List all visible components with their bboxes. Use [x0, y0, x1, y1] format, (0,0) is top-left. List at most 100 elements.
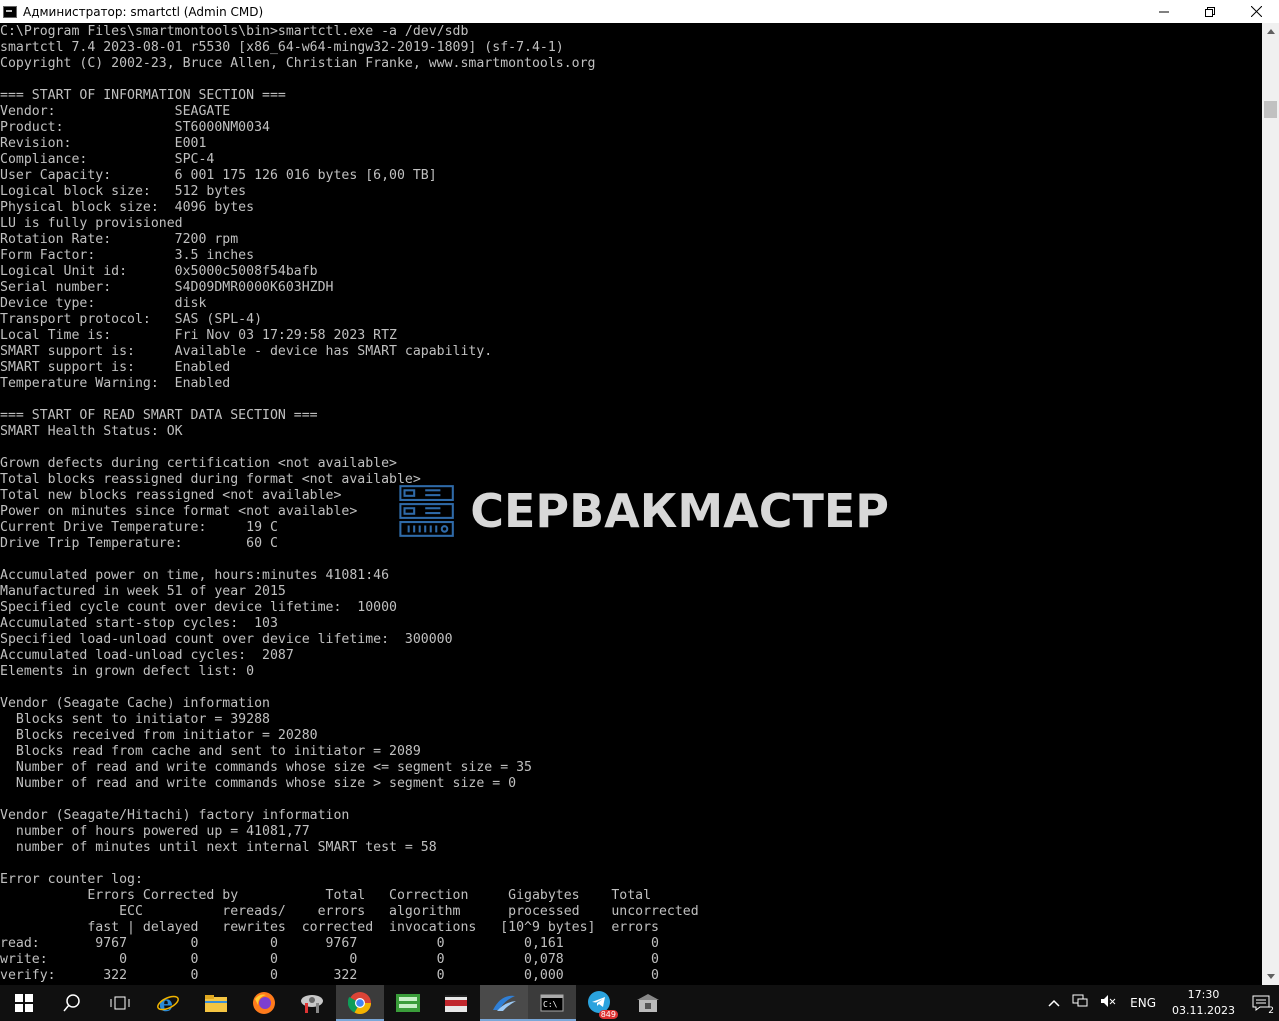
- console-line: Physical block size: 4096 bytes: [0, 200, 255, 215]
- firefox-icon: [253, 992, 275, 1014]
- search-icon: [63, 994, 80, 1012]
- console-line: Elements in grown defect list: 0: [0, 664, 255, 679]
- console-line: Logical Unit id: 0x5000c5008f54bafb: [0, 264, 318, 279]
- console-line: Vendor: SEAGATE: [0, 104, 231, 119]
- taskbar-app-tools[interactable]: [288, 985, 336, 1021]
- taskbar-cmd[interactable]: C:\: [528, 985, 576, 1021]
- watermark-text: СЕРВАКМАСТЕР: [470, 484, 889, 538]
- console-line: Number of read and write commands whose …: [0, 776, 517, 791]
- console-line: Revision: E001: [0, 136, 207, 151]
- windows-icon: [15, 994, 33, 1012]
- console-line: === START OF INFORMATION SECTION ===: [0, 88, 286, 103]
- console-line: Device type: disk: [0, 296, 207, 311]
- telegram-badge: 849: [598, 1010, 618, 1019]
- console-line: SMART support is: Enabled: [0, 360, 231, 375]
- console-line: verify: 322 0 0 322 0 0,000 0: [0, 968, 659, 983]
- clock-time: 17:30: [1187, 988, 1220, 1001]
- title-bar[interactable]: Администратор: smartctl (Admin CMD): [0, 0, 1279, 23]
- taskbar-internet-explorer[interactable]: e: [144, 985, 192, 1021]
- console-line: === START OF READ SMART DATA SECTION ===: [0, 408, 318, 423]
- notification-count: 2: [1268, 1006, 1274, 1016]
- console-line: Form Factor: 3.5 inches: [0, 248, 255, 263]
- system-tray: ENG 17:30 03.11.2023 2: [1042, 985, 1279, 1021]
- console-line: smartctl 7.4 2023-08-01 r5530 [x86_64-w6…: [0, 40, 564, 55]
- svg-text:e: e: [159, 991, 173, 1015]
- tray-volume[interactable]: [1100, 994, 1116, 1012]
- console-line: Vendor (Seagate/Hitachi) factory informa…: [0, 808, 350, 823]
- close-button[interactable]: [1233, 0, 1279, 23]
- console-line: Manufactured in week 51 of year 2015: [0, 584, 286, 599]
- console-line: number of minutes until next internal SM…: [0, 840, 437, 855]
- restore-icon: [1205, 6, 1215, 17]
- console-line: SMART support is: Available - device has…: [0, 344, 493, 359]
- close-icon: [1250, 6, 1262, 17]
- server-logo-icon: [399, 485, 454, 537]
- console-line: Logical block size: 512 bytes: [0, 184, 247, 199]
- console-line: Serial number: S4D09DMR0000K603HZDH: [0, 280, 334, 295]
- console-line: Grown defects during certification <not …: [0, 456, 397, 471]
- taskbar-file-explorer[interactable]: [192, 985, 240, 1021]
- console-line: Accumulated power on time, hours:minutes…: [0, 568, 390, 583]
- minimize-button[interactable]: [1141, 0, 1187, 23]
- console-line: write: 0 0 0 0 0 0,078 0: [0, 952, 659, 967]
- chrome-icon: [348, 992, 371, 1014]
- console-line: read: 9767 0 0 9767 0 0,161 0: [0, 936, 659, 951]
- console-line: SMART Health Status: OK: [0, 424, 183, 439]
- app-swoosh-icon: [493, 995, 516, 1011]
- folder-icon: [205, 995, 227, 1012]
- console-line: Product: ST6000NM0034: [0, 120, 270, 135]
- internet-explorer-icon: e: [157, 991, 179, 1015]
- vertical-scrollbar[interactable]: [1262, 23, 1279, 985]
- console-line: Accumulated load-unload cycles: 2087: [0, 648, 294, 663]
- scrollbar-thumb[interactable]: [1264, 101, 1277, 118]
- notification-center-button[interactable]: 2: [1243, 985, 1279, 1021]
- taskbar-installer[interactable]: [624, 985, 672, 1021]
- clock-date: 03.11.2023: [1172, 1004, 1235, 1017]
- console-line: Blocks received from initiator = 20280: [0, 728, 318, 743]
- scroll-up-button[interactable]: [1262, 23, 1279, 40]
- console-line: Current Drive Temperature: 19 C: [0, 520, 278, 535]
- maximize-button[interactable]: [1187, 0, 1233, 23]
- console-line: Number of read and write commands whose …: [0, 760, 532, 775]
- tray-expand-button[interactable]: [1048, 996, 1060, 1011]
- arrow-up-icon: [1266, 29, 1275, 34]
- task-view-icon: [110, 996, 130, 1010]
- svg-text:C:\: C:\: [543, 1000, 558, 1009]
- console-line: ECC rereads/ errors algorithm processed …: [0, 904, 699, 919]
- console-line: Blocks sent to initiator = 39288: [0, 712, 270, 727]
- console-line: number of hours powered up = 41081,77: [0, 824, 310, 839]
- tray-network[interactable]: [1072, 994, 1088, 1012]
- clock[interactable]: 17:30 03.11.2023: [1172, 987, 1235, 1019]
- taskbar-app-blue[interactable]: [480, 985, 528, 1021]
- arrow-down-icon: [1266, 974, 1275, 979]
- language-indicator[interactable]: ENG: [1130, 996, 1156, 1010]
- minimize-icon: [1159, 11, 1169, 12]
- taskbar-network-tool[interactable]: [384, 985, 432, 1021]
- start-button[interactable]: [0, 985, 48, 1021]
- console-line: fast | delayed rewrites corrected invoca…: [0, 920, 659, 935]
- console-line: Transport protocol: SAS (SPL-4): [0, 312, 263, 327]
- console-line: Accumulated start-stop cycles: 103: [0, 616, 278, 631]
- tools-icon: [301, 995, 323, 1013]
- console-line: User Capacity: 6 001 175 126 016 bytes […: [0, 168, 437, 183]
- watermark: СЕРВАКМАСТЕР: [399, 470, 889, 552]
- scroll-down-button[interactable]: [1262, 968, 1279, 985]
- cmd-icon: [3, 5, 17, 18]
- console-line: Errors Corrected by Total Correction Gig…: [0, 888, 652, 903]
- volume-muted-icon: [1101, 995, 1116, 1007]
- console-line: Total new blocks reassigned <not availab…: [0, 488, 342, 503]
- console-line: Specified cycle count over device lifeti…: [0, 600, 397, 615]
- network-icon: [1072, 994, 1088, 1007]
- console-line: Rotation Rate: 7200 rpm: [0, 232, 239, 247]
- console-line: Total blocks reassigned during format <n…: [0, 472, 421, 487]
- console-line: Error counter log:: [0, 872, 143, 887]
- console-line: Local Time is: Fri Nov 03 17:29:58 2023 …: [0, 328, 397, 343]
- console-line: Compliance: SPC-4: [0, 152, 215, 167]
- taskbar-chrome[interactable]: [336, 985, 384, 1021]
- taskbar-telegram[interactable]: 849: [576, 985, 624, 1021]
- taskbar-app-red[interactable]: [432, 985, 480, 1021]
- search-button[interactable]: [48, 985, 96, 1021]
- taskbar-firefox[interactable]: [240, 985, 288, 1021]
- console-line: Vendor (Seagate Cache) information: [0, 696, 270, 711]
- task-view-button[interactable]: [96, 985, 144, 1021]
